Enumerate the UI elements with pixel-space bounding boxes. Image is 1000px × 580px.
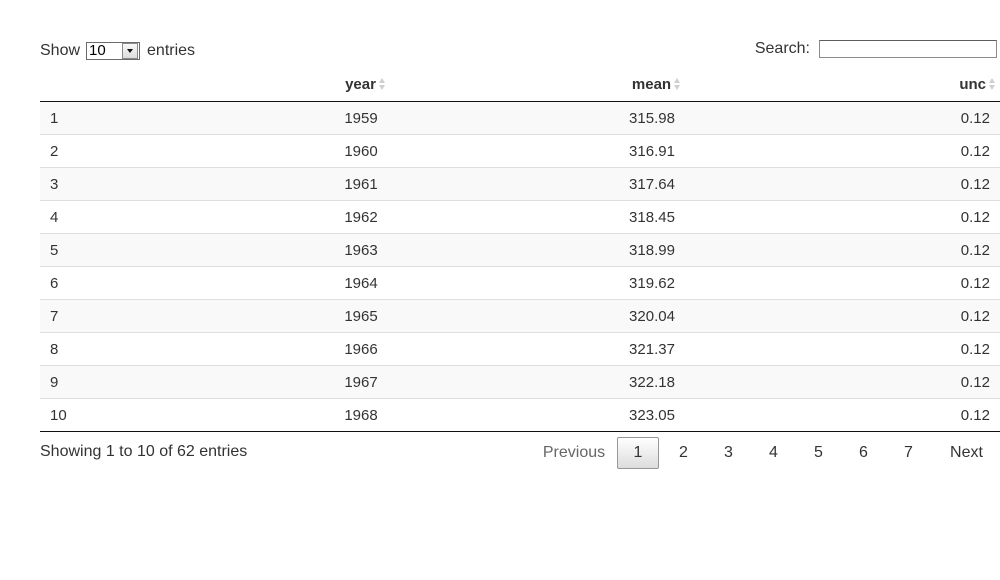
datatable-wrapper: Show 10 entries Search: year mean unc 1 … [40,0,1000,580]
cell-unc: 0.12 [797,266,1000,300]
page-button-3[interactable]: 3 [706,437,751,469]
table-row: 3 1961 317.64 0.12 [40,167,1000,201]
cell-index: 5 [40,233,215,267]
cell-index: 7 [40,299,215,333]
search-label: Search: [754,40,810,57]
search-input[interactable] [819,40,997,58]
table-row: 10 1968 323.05 0.12 [40,398,1000,432]
cell-index: 9 [40,365,215,399]
cell-year: 1963 [215,233,507,267]
cell-unc: 0.12 [797,332,1000,366]
cell-unc: 0.12 [797,365,1000,399]
chevron-down-icon[interactable] [122,43,139,59]
table-row: 1 1959 315.98 0.12 [40,101,1000,135]
cell-mean: 317.64 [507,167,797,201]
column-header-mean[interactable]: mean [507,67,797,102]
cell-mean: 323.05 [507,398,797,432]
cell-index: 1 [40,101,215,135]
cell-mean: 319.62 [507,266,797,300]
table-row: 6 1964 319.62 0.12 [40,266,1000,300]
page-button-1[interactable]: 1 [617,437,659,469]
column-header-label: mean [631,75,672,93]
table-header-row: year mean unc [40,67,1000,102]
cell-unc: 0.12 [797,233,1000,267]
cell-year: 1967 [215,365,507,399]
cell-unc: 0.12 [797,134,1000,168]
next-page-button[interactable]: Next [933,437,1000,469]
column-header-label: unc [959,75,986,93]
cell-index: 10 [40,398,215,432]
cell-year: 1961 [215,167,507,201]
data-table: year mean unc 1 1959 315.98 0.12 2 1960 … [40,67,1000,432]
entries-label: entries [147,42,196,59]
show-label: Show [40,42,81,59]
sort-both-icon [989,78,995,90]
cell-unc: 0.12 [797,101,1000,135]
cell-mean: 321.37 [507,332,797,366]
sort-both-icon [378,78,385,90]
table-row: 2 1960 316.91 0.12 [40,134,1000,168]
column-header-index[interactable] [40,67,215,102]
cell-year: 1959 [215,101,507,135]
cell-year: 1965 [215,299,507,333]
cell-index: 2 [40,134,215,168]
table-row: 8 1966 321.37 0.12 [40,332,1000,366]
page-button-5[interactable]: 5 [796,437,841,469]
cell-mean: 316.91 [507,134,797,168]
cell-index: 8 [40,332,215,366]
column-header-year[interactable]: year [215,67,507,102]
cell-index: 4 [40,200,215,234]
cell-mean: 318.45 [507,200,797,234]
cell-unc: 0.12 [797,167,1000,201]
entries-select-value: 10 [89,42,106,59]
cell-unc: 0.12 [797,200,1000,234]
cell-unc: 0.12 [797,398,1000,432]
pagination: Previous 1 2 3 4 5 6 7 Next [534,437,1000,469]
page-button-4[interactable]: 4 [751,437,796,469]
table-body: 1 1959 315.98 0.12 2 1960 316.91 0.12 3 … [40,101,1000,432]
cell-year: 1962 [215,200,507,234]
search-control: Search: [755,40,997,58]
previous-page-button[interactable]: Previous [534,437,614,469]
column-header-unc[interactable]: unc [797,67,1000,102]
table-row: 7 1965 320.04 0.12 [40,299,1000,333]
table-row: 4 1962 318.45 0.12 [40,200,1000,234]
cell-index: 3 [40,167,215,201]
cell-year: 1960 [215,134,507,168]
page-button-7[interactable]: 7 [886,437,931,469]
cell-mean: 320.04 [507,299,797,333]
cell-mean: 322.18 [507,365,797,399]
cell-mean: 315.98 [507,101,797,135]
sort-both-icon [674,78,681,90]
table-row: 9 1967 322.18 0.12 [40,365,1000,399]
cell-year: 1968 [215,398,507,432]
cell-mean: 318.99 [507,233,797,267]
cell-year: 1964 [215,266,507,300]
table-info: Showing 1 to 10 of 62 entries [40,443,248,460]
page-button-6[interactable]: 6 [841,437,886,469]
length-control: Show 10 entries [40,41,195,61]
column-header-label: year [345,75,376,93]
page-button-2[interactable]: 2 [661,437,706,469]
cell-year: 1966 [215,332,507,366]
cell-index: 6 [40,266,215,300]
cell-unc: 0.12 [797,299,1000,333]
entries-select[interactable]: 10 [86,42,141,60]
table-row: 5 1963 318.99 0.12 [40,233,1000,267]
